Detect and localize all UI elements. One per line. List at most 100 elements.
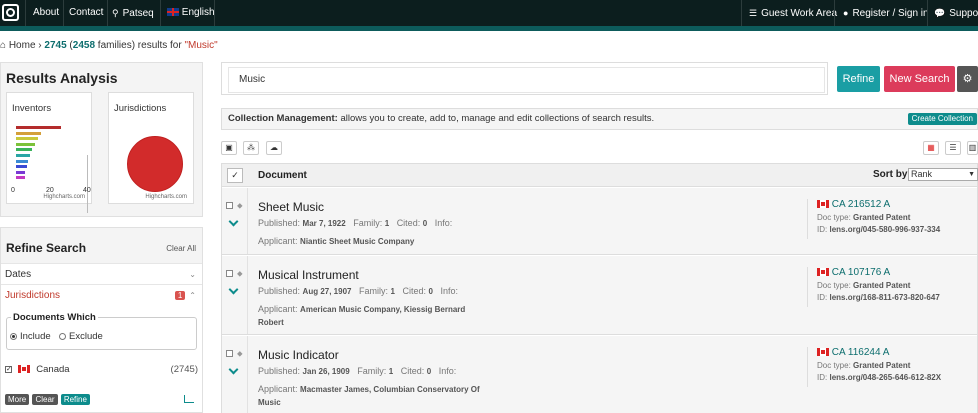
axis-tick: 40	[83, 187, 91, 194]
inventor-bar[interactable]	[16, 142, 35, 146]
inventor-bar[interactable]	[16, 159, 28, 163]
inventor-bar[interactable]	[16, 148, 32, 152]
record-meta: Published: Jan 26, 1909 Family: 1 Cited:…	[258, 366, 456, 376]
patent-number[interactable]: CA 216512 A	[817, 199, 940, 210]
inventor-bar[interactable]	[16, 154, 30, 157]
record-controls: ⬥	[222, 188, 248, 254]
chart-gridline	[87, 155, 88, 213]
country-filter-canada[interactable]: ✓ Canada (2745)	[5, 364, 198, 375]
logo-icon[interactable]	[2, 4, 19, 21]
nav-language[interactable]: English	[167, 0, 215, 26]
axis-tick: 20	[46, 187, 54, 194]
clear-all-link[interactable]: Clear All	[166, 244, 196, 253]
patent-number[interactable]: CA 107176 A	[817, 267, 940, 278]
inventors-chart[interactable]: Inventors 0 20 40 Highcharts.com	[6, 92, 92, 213]
family-count: 2458	[72, 40, 96, 51]
record-checkbox[interactable]	[226, 350, 233, 357]
top-navbar: About Contact ⚲ Patseq English ☰ Guest Wor…	[0, 0, 978, 26]
lens-id: ID: lens.org/045-580-996-937-334	[817, 225, 940, 234]
cloud-download-icon[interactable]: ☁	[266, 141, 282, 155]
refine-button[interactable]: Refine	[837, 66, 880, 92]
bar-chart-icon[interactable]	[184, 395, 194, 403]
documents-which-legend: Documents Which	[11, 312, 98, 323]
nav-patseq[interactable]: ⚲ Patseq	[112, 0, 154, 26]
new-search-button[interactable]: New Search	[884, 66, 955, 92]
list-view-icon[interactable]: ☰	[945, 141, 961, 155]
tag-icon[interactable]: ⬥	[237, 201, 243, 211]
results-analysis-title: Results Analysis	[6, 70, 118, 86]
record-title[interactable]: Music Indicator	[258, 348, 339, 362]
sort-select-value: Rank	[911, 169, 933, 179]
nav-contact[interactable]: Contact	[69, 0, 103, 26]
nav-divider	[834, 0, 835, 26]
nav-guest-label: Guest Work Area	[761, 8, 838, 19]
inventor-bar[interactable]	[16, 126, 61, 129]
doc-type: Doc type: Granted Patent	[817, 361, 941, 370]
nav-register[interactable]: ● Register / Sign in	[843, 0, 929, 26]
chart-view-icon[interactable]: ▥	[967, 141, 978, 155]
record-title[interactable]: Sheet Music	[258, 200, 324, 214]
cited-label: Cited:	[402, 286, 426, 296]
select-all-checkbox[interactable]: ✓	[227, 168, 243, 183]
inventor-bar[interactable]	[16, 137, 38, 141]
published-date: Jan 26, 1909	[302, 367, 350, 376]
table-view-icon[interactable]: ▦	[923, 141, 939, 155]
inventor-bar[interactable]	[16, 176, 25, 180]
record-identifiers: CA 216512 A Doc type: Granted Patent ID:…	[807, 199, 940, 239]
nav-divider	[63, 0, 64, 26]
include-radio[interactable]: Include	[10, 331, 51, 342]
sort-select[interactable]: Rank ▼	[908, 168, 978, 181]
nav-guest-work-area[interactable]: ☰ Guest Work Area	[749, 0, 837, 26]
tag-icon[interactable]: ⬥	[237, 349, 243, 359]
info-label: Info:	[434, 218, 453, 228]
published-date: Mar 7, 1922	[302, 219, 346, 228]
exclude-radio[interactable]: Exclude	[59, 331, 103, 342]
record-checkbox[interactable]	[226, 202, 233, 209]
result-record[interactable]: ⬥ Music Indicator Published: Jan 26, 190…	[222, 336, 977, 413]
tag-icon[interactable]: ⬥	[237, 269, 243, 279]
record-title[interactable]: Musical Instrument	[258, 268, 359, 282]
record-meta: Published: Aug 27, 1907 Family: 1 Cited:…	[258, 286, 458, 296]
nav-about[interactable]: About	[33, 0, 59, 26]
more-button[interactable]: More	[5, 394, 30, 405]
record-applicant: Applicant: Niantic Sheet Music Company	[258, 235, 488, 248]
inventor-bar[interactable]	[16, 131, 41, 135]
families-text: families) results for	[97, 40, 182, 51]
inventor-bar[interactable]	[16, 165, 27, 169]
settings-gear-icon[interactable]: ⚙	[957, 66, 978, 92]
inventor-bar[interactable]	[16, 170, 25, 174]
document-column-header: Document	[258, 170, 307, 181]
search-input[interactable]: Music	[228, 67, 825, 93]
documents-which-group: Documents Which Include Exclude	[6, 312, 197, 350]
record-checkbox[interactable]	[226, 270, 233, 277]
user-icon: ●	[843, 8, 849, 18]
checkbox-checked-icon[interactable]: ✓	[5, 365, 12, 373]
filter-jurisdictions[interactable]: Jurisdictions 1 ⌃	[1, 284, 202, 305]
breadcrumb-home[interactable]: Home	[9, 40, 36, 51]
lens-id: ID: lens.org/048-265-646-612-82X	[817, 373, 941, 382]
jurisdictions-pie[interactable]	[127, 136, 183, 192]
save-icon[interactable]: ▣	[221, 141, 237, 155]
result-record[interactable]: ⬥ Sheet Music Published: Mar 7, 1922 Fam…	[222, 188, 977, 255]
filter-jurisdictions-label: Jurisdictions	[5, 290, 61, 301]
nav-register-label: Register / Sign in	[852, 8, 929, 19]
nav-divider	[107, 0, 108, 26]
expand-chevron-icon[interactable]	[228, 364, 239, 375]
patent-number[interactable]: CA 116244 A	[817, 347, 941, 358]
exclude-label: Exclude	[69, 331, 103, 342]
family-count: 1	[384, 219, 390, 228]
nav-support-label: Support	[949, 8, 978, 19]
create-collection-button[interactable]: Create Collection	[907, 113, 977, 125]
sort-label: Sort by	[873, 169, 908, 180]
jurisdictions-chart[interactable]: Jurisdictions Highcharts.com	[108, 92, 194, 204]
hierarchy-icon[interactable]: ⁂	[243, 141, 259, 155]
expand-chevron-icon[interactable]	[228, 216, 239, 227]
axis-tick: 0	[11, 187, 15, 194]
refine-filter-button[interactable]: Refine	[60, 394, 90, 405]
result-record[interactable]: ⬥ Musical Instrument Published: Aug 27, …	[222, 256, 977, 335]
clear-button[interactable]: Clear	[32, 394, 58, 405]
expand-chevron-icon[interactable]	[228, 284, 239, 295]
filter-dates[interactable]: Dates ⌄	[1, 263, 202, 284]
nav-support[interactable]: 💬Support	[934, 0, 978, 26]
radio-selected-icon	[10, 332, 17, 340]
